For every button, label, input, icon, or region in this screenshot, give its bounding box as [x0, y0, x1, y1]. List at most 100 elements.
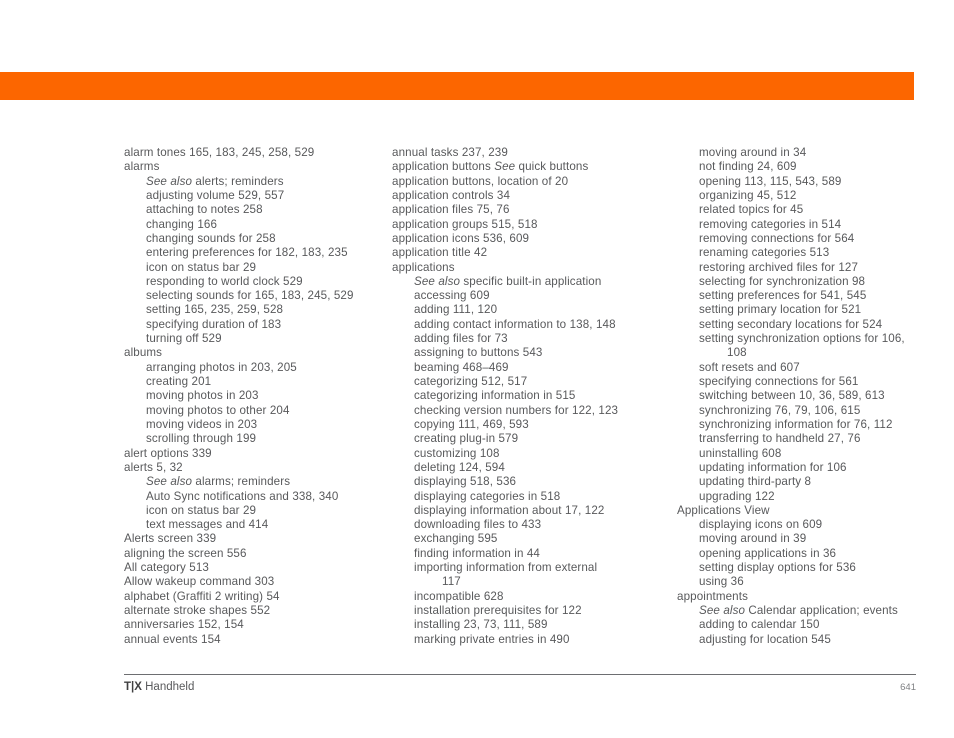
index-entry: setting display options for 536 [699, 561, 856, 575]
index-entry: soft resets and 607 [699, 360, 800, 374]
index-entry: finding information in 44 [414, 546, 540, 560]
index-entry: displaying 518, 536 [414, 475, 517, 489]
index-entry: accessing 609 [414, 289, 490, 303]
index-columns-container: alarm tones 165, 183, 245, 258, 529 alarm… [124, 146, 924, 647]
index-entry: renaming categories 513 [699, 246, 830, 260]
index-entry: text messages and 414 [146, 518, 269, 532]
index-entry: See also Calendar application; events [699, 604, 898, 617]
index-entry: anniversaries 152, 154 [124, 618, 244, 632]
index-entry: removing connections for 564 [699, 231, 855, 245]
index-entry: synchronizing information for 76, 112 [699, 417, 893, 431]
index-entry: customizing 108 [414, 446, 500, 460]
index-entry: moving around in 39 [699, 532, 807, 546]
index-entry: See also alarms; reminders [146, 475, 291, 489]
index-entry: application groups 515, 518 [392, 217, 538, 231]
footer-product-name: T|X Handheld [124, 681, 194, 693]
index-entry: installing 23, 73, 111, 589 [414, 618, 548, 632]
index-column-1: alarm tones 165, 183, 245, 258, 529 alarm… [124, 146, 392, 647]
index-entry: icon on status bar 29 [146, 503, 257, 517]
index-entry: transferring to handheld 27, 76 [699, 432, 861, 446]
index-entry: turning off 529 [146, 332, 222, 346]
index-entry: displaying icons on 609 [699, 518, 823, 532]
index-entry: setting primary location for 521 [699, 303, 862, 317]
index-entry: categorizing 512, 517 [414, 375, 528, 388]
index-entry: 108 [727, 346, 747, 360]
index-entry: assigning to buttons 543 [414, 346, 543, 360]
index-entry: deleting 124, 594 [414, 460, 505, 474]
index-entry: adding to calendar 150 [699, 618, 820, 632]
index-entry: aligning the screen 556 [124, 546, 247, 560]
index-entry: alphabet (Graffiti 2 writing) 54 [124, 589, 280, 603]
index-entry: setting preferences for 541, 545 [699, 289, 867, 303]
index-entry: Allow wakeup command 303 [124, 575, 275, 589]
index-entry: moving around in 34 [699, 146, 807, 159]
index-entry: annual tasks 237, 239 [392, 146, 508, 159]
index-entry: changing 166 [146, 217, 218, 231]
index-entry: See also specific built-in application [414, 274, 602, 288]
index-entry: uninstalling 608 [699, 446, 782, 460]
index-entry: copying 111, 469, 593 [414, 417, 529, 431]
index-entry: updating information for 106 [699, 460, 847, 474]
see-also-label: See also [146, 174, 193, 188]
index-entry: using 36 [699, 575, 744, 589]
index-entry: applications [392, 260, 455, 274]
orange-header-band [0, 72, 914, 100]
index-entry: switching between 10, 36, 589, 613 [699, 389, 885, 403]
index-entry: adding contact information to 138, 148 [414, 317, 616, 331]
index-entry: adjusting volume 529, 557 [146, 188, 285, 202]
index-entry: marking private entries in 490 [414, 632, 570, 646]
index-entry: 117 [442, 575, 461, 589]
index-entry: moving photos to other 204 [146, 403, 290, 417]
brand-mark: T|X [124, 681, 142, 693]
index-entry: categorizing information in 515 [414, 389, 576, 403]
footer-row: T|X Handheld 641 [124, 681, 916, 693]
index-entry: entering preferences for 182, 183, 235 [146, 246, 348, 260]
index-entry: Applications View [677, 503, 770, 517]
index-entry: checking version numbers for 122, 123 [414, 403, 619, 417]
index-entry: annual events 154 [124, 632, 221, 646]
index-entry: downloading files to 433 [414, 518, 542, 532]
index-entry: albums [124, 346, 163, 360]
index-entry: beaming 468–469 [414, 360, 509, 374]
index-entry: upgrading 122 [699, 489, 775, 503]
index-entry: arranging photos in 203, 205 [146, 360, 297, 374]
index-entry: application title 42 [392, 246, 488, 260]
page-footer: T|X Handheld 641 [124, 674, 916, 693]
index-entry: adding files for 73 [414, 332, 508, 346]
index-entry: application buttons, location of 20 [392, 174, 569, 188]
see-also-label: See also [414, 274, 461, 288]
page-number: 641 [900, 682, 916, 693]
index-entry: importing information from external [414, 561, 598, 575]
index-entry: removing categories in 514 [699, 217, 842, 231]
product-label: Handheld [141, 681, 195, 693]
index-entry: application icons 536, 609 [392, 231, 530, 245]
index-entry: specifying duration of 183 [146, 317, 282, 331]
index-entry: moving photos in 203 [146, 389, 259, 403]
index-entry: specifying connections for 561 [699, 375, 859, 388]
index-entry: incompatible 628 [414, 589, 504, 603]
index-entry: See also alerts; reminders [146, 174, 284, 188]
index-entry: synchronizing 76, 79, 106, 615 [699, 403, 861, 417]
see-label: See [494, 160, 516, 174]
index-entry: setting secondary locations for 524 [699, 317, 883, 331]
index-entry: changing sounds for 258 [146, 231, 276, 245]
index-entry: alarms [124, 160, 160, 174]
index-entry: selecting for synchronization 98 [699, 274, 866, 288]
index-entry: opening applications in 36 [699, 546, 837, 560]
index-entry: application files 75, 76 [392, 203, 510, 217]
index-entry: creating plug-in 579 [414, 432, 519, 446]
index-entry: attaching to notes 258 [146, 203, 263, 217]
index-entry: scrolling through 199 [146, 432, 257, 446]
index-entry: responding to world clock 529 [146, 274, 303, 288]
index-entry: exchanging 595 [414, 532, 498, 546]
index-entry: application buttons See quick buttons [392, 160, 589, 174]
index-entry: application controls 34 [392, 188, 511, 202]
index-entry: alerts 5, 32 [124, 460, 183, 474]
index-entry: selecting sounds for 165, 183, 245, 529 [146, 289, 354, 303]
see-also-label: See also [146, 475, 193, 489]
index-entry: displaying information about 17, 122 [414, 503, 605, 517]
index-entry: moving videos in 203 [146, 417, 258, 431]
index-entry: Auto Sync notifications and 338, 340 [146, 489, 339, 503]
index-entry: alert options 339 [124, 446, 212, 460]
index-entry: displaying categories in 518 [414, 489, 561, 503]
